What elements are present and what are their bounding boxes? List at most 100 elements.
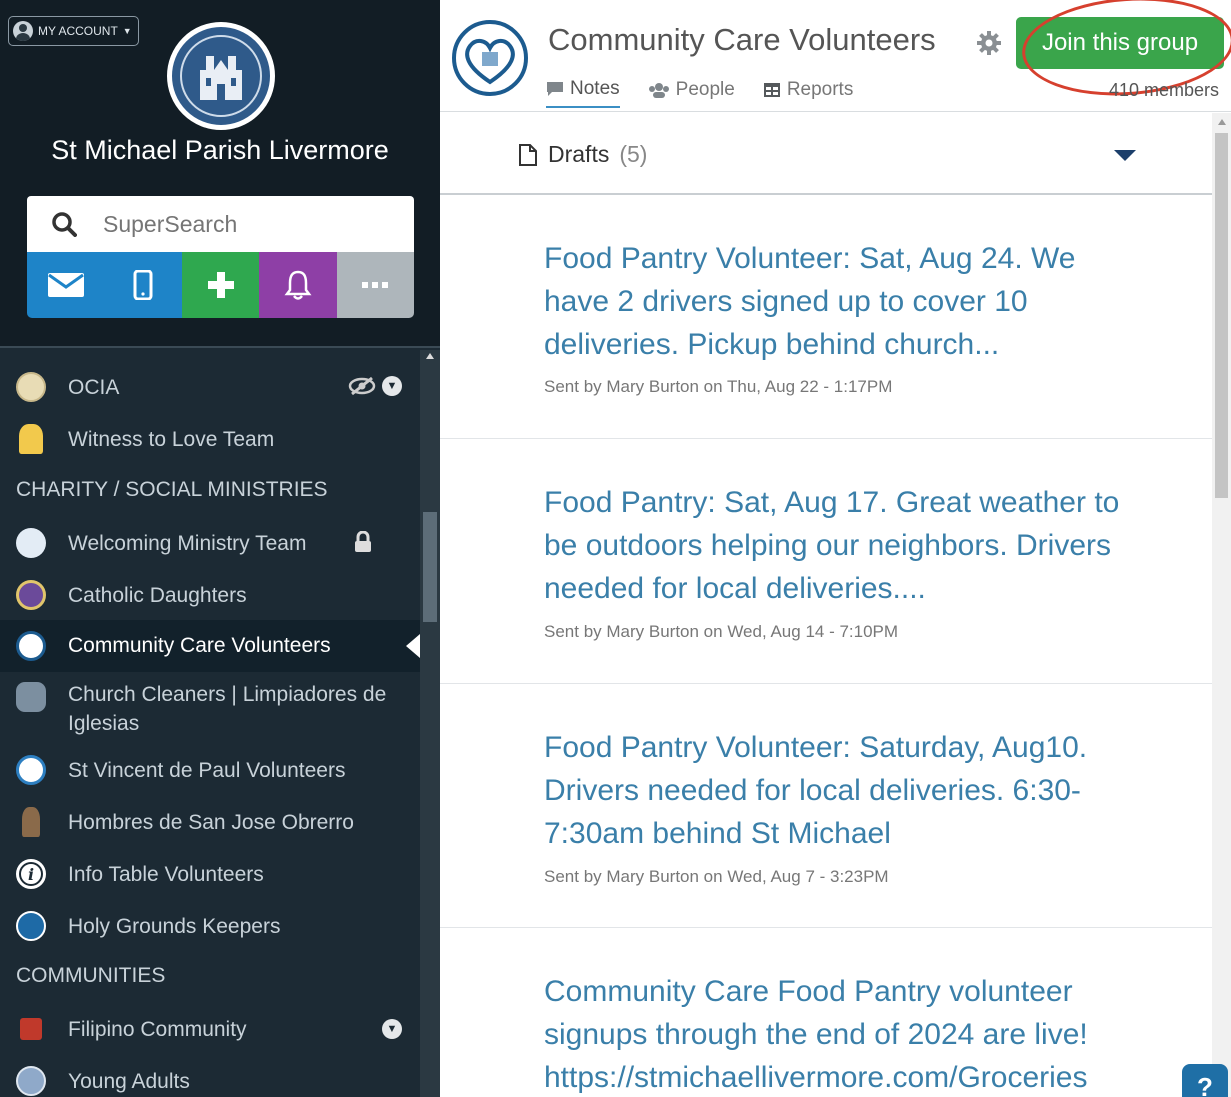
hidden-eye-icon — [348, 376, 376, 396]
group-tabs: Notes People Reports — [546, 78, 853, 108]
gear-icon[interactable] — [976, 30, 1002, 56]
sidebar: MY ACCOUNT ▼ St Michael Parish Livermore… — [0, 0, 440, 1097]
message-button[interactable] — [27, 252, 105, 318]
section-header-communities: COMMUNITIES — [16, 964, 166, 987]
lock-icon — [355, 531, 371, 552]
sidebar-item-st-vincent-de-paul[interactable]: St Vincent de Paul Volunteers — [0, 753, 420, 787]
sidebar-item-welcoming-ministry[interactable]: Welcoming Ministry Team — [0, 526, 420, 560]
sidebar-item-hombres-san-jose[interactable]: Hombres de San Jose Obrerro — [0, 805, 420, 839]
envelope-icon — [47, 273, 84, 297]
note-item[interactable]: Community Care Food Pantry volunteer sig… — [440, 928, 1212, 1097]
sidebar-item-info-table[interactable]: i Info Table Volunteers — [0, 857, 420, 891]
sidebar-item-church-cleaners[interactable]: Church Cleaners | Limpiadores de Iglesia… — [0, 680, 420, 740]
heart-puzzle-icon — [465, 39, 515, 85]
main-scrollbar[interactable] — [1212, 113, 1231, 1097]
church-icon — [200, 56, 242, 100]
section-header-charity: CHARITY / SOCIAL MINISTRIES — [16, 478, 328, 501]
chevron-down-icon[interactable]: ▼ — [382, 376, 402, 396]
tab-reports[interactable]: Reports — [763, 78, 854, 108]
ocia-group-icon — [16, 372, 46, 402]
sidebar-item-label: Church Cleaners | Limpiadores de Iglesia… — [68, 683, 387, 735]
main-panel: Community Care Volunteers Join this grou… — [440, 0, 1231, 1097]
sidebar-item-witness-to-love[interactable]: Witness to Love Team — [0, 422, 420, 456]
note-item[interactable]: Food Pantry Volunteer: Saturday, Aug10. … — [440, 684, 1212, 928]
sidebar-item-community-care[interactable]: Community Care Volunteers — [0, 620, 420, 672]
more-icon — [362, 282, 389, 288]
app-window: MY ACCOUNT ▼ St Michael Parish Livermore… — [0, 0, 1231, 1097]
notifications-button[interactable] — [259, 252, 337, 318]
join-group-button[interactable]: Join this group — [1016, 17, 1224, 69]
note-title[interactable]: Food Pantry Volunteer: Saturday, Aug10. … — [544, 726, 1124, 855]
more-button[interactable] — [336, 252, 414, 318]
add-button[interactable] — [181, 252, 260, 318]
group-title: Community Care Volunteers — [548, 22, 936, 57]
community-care-icon — [16, 631, 46, 661]
note-item[interactable]: Food Pantry: Sat, Aug 17. Great weather … — [440, 439, 1212, 684]
supersearch-box[interactable] — [27, 196, 414, 252]
sidebar-item-label: Community Care Volunteers — [68, 634, 331, 657]
group-nav: OCIA ▼ Witness to Love Team CHARITY / SO… — [0, 350, 420, 1097]
help-button[interactable]: ? — [1182, 1064, 1228, 1097]
drafts-row[interactable]: Drafts (5) — [440, 113, 1212, 195]
search-input[interactable] — [103, 210, 393, 238]
tab-label: People — [675, 79, 735, 100]
sidebar-item-catholic-daughters[interactable]: Catholic Daughters — [0, 578, 420, 612]
chevron-down-icon: ▼ — [122, 26, 132, 36]
san-jose-icon — [22, 807, 40, 837]
sidebar-item-label: OCIA — [68, 375, 120, 399]
people-icon — [648, 83, 669, 98]
sidebar-item-label: Catholic Daughters — [68, 583, 247, 607]
catholic-daughters-icon — [16, 580, 46, 610]
sidebar-item-label: Hombres de San Jose Obrerro — [68, 810, 354, 834]
note-meta: Sent by Mary Burton on Wed, Aug 7 - 3:23… — [544, 867, 889, 886]
scroll-up-arrow-icon[interactable] — [1218, 119, 1226, 125]
parish-logo[interactable] — [167, 22, 275, 130]
quick-actions — [27, 252, 414, 318]
svdp-icon — [16, 755, 46, 785]
tab-label: Notes — [570, 78, 620, 99]
mobile-icon — [133, 270, 153, 300]
sidebar-scrollbar[interactable] — [420, 350, 440, 1097]
mobile-button[interactable] — [104, 252, 182, 318]
sidebar-item-label: St Vincent de Paul Volunteers — [68, 758, 346, 782]
witness-group-icon — [19, 424, 43, 454]
drafts-toggle-icon[interactable] — [1114, 150, 1136, 161]
sidebar-item-label: Welcoming Ministry Team — [68, 531, 307, 555]
sidebar-scroll-thumb[interactable] — [423, 512, 437, 622]
sidebar-header: MY ACCOUNT ▼ St Michael Parish Livermore… — [0, 0, 440, 348]
group-logo[interactable] — [452, 20, 528, 96]
note-title[interactable]: Community Care Food Pantry volunteer sig… — [544, 970, 1184, 1097]
my-account-button[interactable]: MY ACCOUNT ▼ — [8, 16, 139, 46]
tab-people[interactable]: People — [648, 78, 735, 108]
plus-icon — [207, 272, 234, 298]
note-meta: Sent by Mary Burton on Thu, Aug 22 - 1:1… — [544, 377, 893, 396]
tab-label: Reports — [786, 79, 854, 100]
member-count[interactable]: 410 members — [1109, 80, 1219, 101]
main-scroll-thumb[interactable] — [1215, 133, 1228, 498]
sidebar-item-ocia[interactable]: OCIA ▼ — [0, 370, 420, 404]
sidebar-item-young-adults[interactable]: Young Adults — [0, 1064, 420, 1097]
chevron-down-icon[interactable]: ▼ — [382, 1019, 402, 1039]
sidebar-item-label: Filipino Community — [68, 1017, 247, 1041]
sidebar-item-filipino-community[interactable]: Filipino Community ▼ — [0, 1012, 420, 1046]
notes-feed: Drafts (5) Food Pantry Volunteer: Sat, Au… — [440, 113, 1212, 1097]
bell-icon — [284, 270, 312, 300]
drafts-label: Drafts — [548, 141, 610, 167]
scroll-up-arrow-icon[interactable] — [426, 353, 434, 359]
note-title[interactable]: Food Pantry: Sat, Aug 17. Great weather … — [544, 481, 1124, 610]
sidebar-item-label: Young Adults — [68, 1069, 190, 1093]
filipino-community-icon — [20, 1018, 42, 1040]
sidebar-item-label: Info Table Volunteers — [68, 862, 264, 886]
note-title[interactable]: Food Pantry Volunteer: Sat, Aug 24. We h… — [544, 237, 1104, 366]
reports-icon — [763, 83, 780, 97]
search-icon — [52, 212, 77, 237]
note-item[interactable]: Food Pantry Volunteer: Sat, Aug 24. We h… — [440, 225, 1212, 439]
young-adults-icon — [16, 1066, 46, 1096]
tab-notes[interactable]: Notes — [546, 78, 620, 108]
sidebar-item-holy-grounds[interactable]: Holy Grounds Keepers — [0, 909, 420, 943]
notes-icon — [547, 82, 563, 96]
note-meta: Sent by Mary Burton on Wed, Aug 14 - 7:1… — [544, 622, 899, 641]
sidebar-item-label: Witness to Love Team — [68, 427, 275, 451]
user-icon — [13, 21, 33, 41]
document-icon — [519, 143, 537, 166]
